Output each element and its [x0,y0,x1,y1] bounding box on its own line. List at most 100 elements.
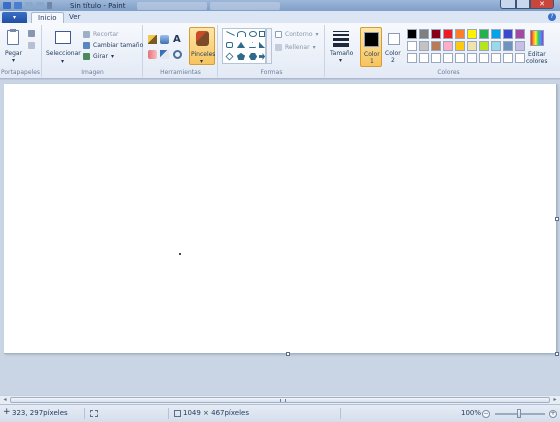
paint-menu-button[interactable]: ▾ [2,12,27,23]
fill-label: Rellenar [285,43,310,51]
undo-icon[interactable] [25,2,33,9]
resize-button[interactable]: Cambiar tamaño [83,40,143,50]
palette-swatch[interactable] [467,29,477,39]
color1-button[interactable]: Color 1 [360,27,382,67]
palette-swatch[interactable] [479,53,489,63]
palette-swatch[interactable] [443,41,453,51]
image-size: 1049 × 467píxeles [183,409,250,417]
rounded-rectangle-shape-icon[interactable] [226,42,233,48]
right-triangle-shape-icon[interactable] [259,42,265,48]
size-label: Tamaño [330,50,354,57]
image-group-label: Imagen [81,69,104,76]
cut-icon[interactable] [28,30,35,37]
tab-ver[interactable]: Ver [63,12,86,23]
palette-swatch[interactable] [491,41,501,51]
curve-shape-icon[interactable] [237,31,246,37]
zoom-in-button[interactable]: + [549,410,557,418]
redo-icon[interactable] [36,2,44,9]
drawing-canvas[interactable] [4,84,557,354]
crop-button[interactable]: Recortar [83,29,119,39]
color-picker-icon[interactable] [160,50,169,59]
palette-swatch[interactable] [479,29,489,39]
canvas-resize-right-handle[interactable] [555,217,559,221]
save-icon[interactable] [14,2,22,9]
select-arrow-icon: ▾ [61,58,65,65]
line-shape-icon[interactable] [226,31,235,36]
palette-swatch[interactable] [515,53,525,63]
outline-button[interactable]: Contorno ▾ [275,29,319,39]
brushes-button[interactable]: Pinceles ▾ [189,27,215,65]
shapes-scroll[interactable] [266,28,272,64]
help-icon[interactable]: ? [548,13,556,21]
palette-swatch[interactable] [515,29,525,39]
palette-swatch[interactable] [407,41,417,51]
scroll-left-button[interactable]: ◂ [1,396,9,404]
paste-button[interactable]: Pegar ▾ [4,27,24,64]
palette-swatch[interactable] [407,53,417,63]
palette-swatch[interactable] [431,41,441,51]
canvas-resize-bottom-handle[interactable] [286,352,290,356]
palette-swatch[interactable] [443,29,453,39]
palette-swatch[interactable] [419,41,429,51]
shapes-gallery[interactable] [222,28,266,64]
edit-colors-button[interactable]: Editar colores [526,27,550,69]
palette-swatch[interactable] [503,53,513,63]
oval-shape-icon[interactable] [249,31,257,37]
fill-icon [275,43,282,51]
rectangle-shape-icon[interactable] [259,31,265,37]
palette-swatch[interactable] [467,41,477,51]
scroll-right-button[interactable]: ▸ [551,396,559,404]
magnifier-icon[interactable] [173,50,182,59]
palette-swatch[interactable] [431,53,441,63]
fill-arrow-icon: ▾ [312,43,316,51]
diamond-shape-icon[interactable] [225,52,234,61]
pentagon-shape-icon[interactable] [237,53,245,60]
palette-swatch[interactable] [503,41,513,51]
copy-icon[interactable] [28,42,35,49]
color2-button[interactable]: Color 2 [384,27,404,67]
palette-swatch[interactable] [455,53,465,63]
palette-swatch[interactable] [419,53,429,63]
palette-swatch[interactable] [407,29,417,39]
palette-swatch[interactable] [455,29,465,39]
triangle-shape-icon[interactable] [249,42,256,48]
palette-swatch[interactable] [419,29,429,39]
scroll-thumb[interactable] [10,397,550,403]
palette-swatch[interactable] [467,53,477,63]
size-button[interactable]: Tamaño ▾ [328,27,354,65]
palette-swatch[interactable] [479,41,489,51]
zoom-slider-thumb[interactable] [517,409,521,418]
polygon-shape-icon[interactable] [237,42,245,48]
tab-inicio[interactable]: Inicio [31,12,64,23]
brushes-arrow-icon: ▾ [200,58,204,65]
pencil-icon[interactable] [148,35,157,44]
palette-swatch[interactable] [455,41,465,51]
size-arrow-icon: ▾ [339,57,343,64]
painted-dot [179,253,181,255]
colors-group-label: Colores [437,69,460,76]
window-title: Sin título - Paint [70,1,126,10]
close-button[interactable]: ✕ [530,0,554,9]
maximize-button[interactable] [516,0,530,9]
palette-swatch[interactable] [503,29,513,39]
customize-quick-access-icon[interactable] [47,2,52,9]
arrow-shape-icon[interactable] [259,53,265,60]
clipboard-icon [7,30,19,45]
fill-bucket-icon[interactable] [160,35,169,44]
palette-swatch[interactable] [491,29,501,39]
horizontal-scrollbar[interactable]: ◂ ▸ [0,395,560,404]
rotate-button[interactable]: Girar ▾ [83,51,114,61]
ribbon-tab-row: ▾ Inicio Ver ? [0,11,560,23]
palette-swatch[interactable] [491,53,501,63]
hexagon-shape-icon[interactable] [249,53,257,60]
fill-button[interactable]: Rellenar ▾ [275,42,316,52]
minimize-button[interactable] [500,0,516,9]
palette-swatch[interactable] [443,53,453,63]
text-tool-icon[interactable]: A [173,34,181,45]
zoom-out-button[interactable]: − [482,410,490,418]
canvas-resize-corner-handle[interactable] [555,352,559,356]
palette-swatch[interactable] [431,29,441,39]
select-button[interactable]: Seleccionar ▾ [45,27,81,65]
eraser-icon[interactable] [148,50,157,59]
palette-swatch[interactable] [515,41,525,51]
